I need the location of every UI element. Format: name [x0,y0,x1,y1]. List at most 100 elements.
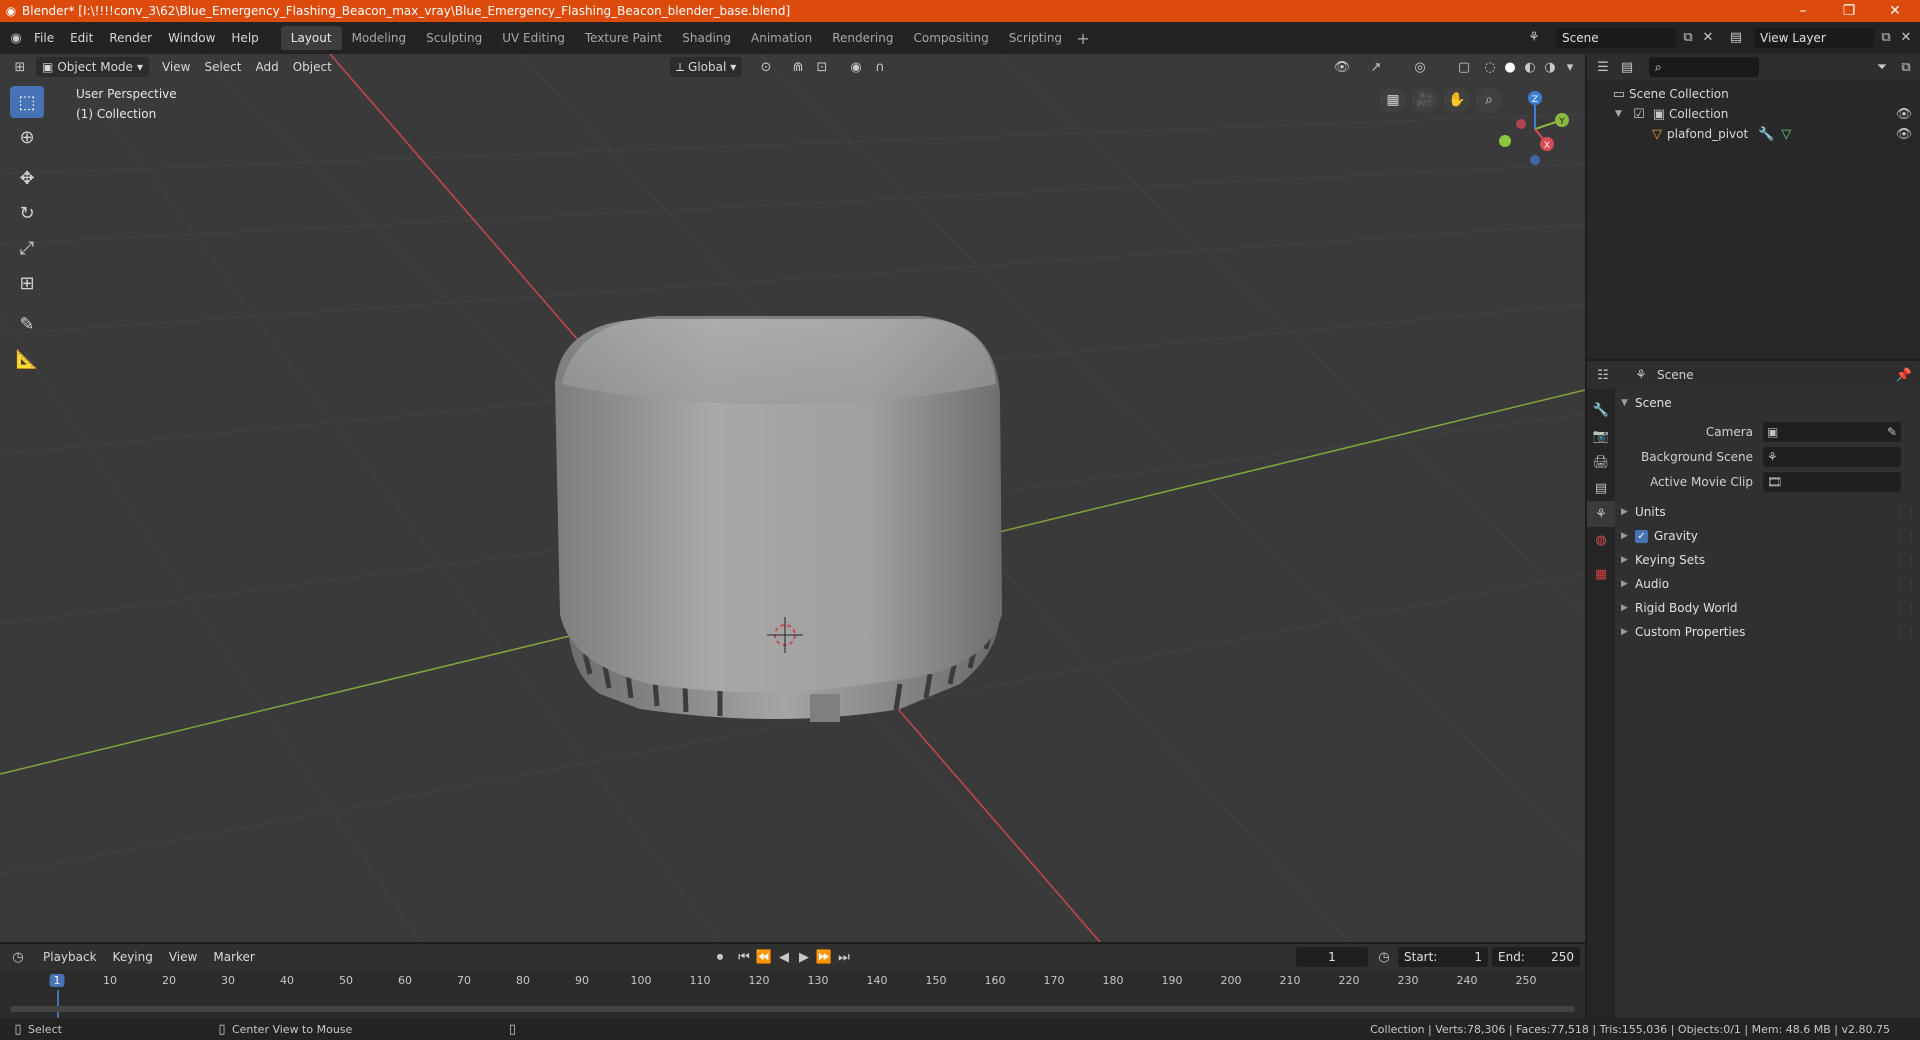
proportional-edit-icon[interactable]: ◉ [846,57,866,77]
scale-tool-icon[interactable]: ⤢ [10,232,44,264]
output-tab-icon[interactable]: 🖨 [1587,449,1615,475]
world-tab-icon[interactable]: ◍ [1587,527,1615,553]
viewport-menu-add[interactable]: Add [248,60,285,74]
next-keyframe-icon[interactable]: ⏩ [814,947,834,967]
view-layer-tab-icon[interactable]: ▤ [1587,475,1615,501]
modifier-wrench-icon[interactable]: 🔧 [1756,124,1776,144]
timeline-menu-view[interactable]: View [162,950,204,964]
move-tool-icon[interactable]: ✥ [10,162,44,194]
timeline-menu-playback[interactable]: Playback [36,950,104,964]
shading-wireframe-icon[interactable]: ◌ [1480,57,1500,77]
gizmo-toggle-icon[interactable]: ↗ [1366,57,1386,77]
tab-shading[interactable]: Shading [672,26,741,50]
gravity-subpanel[interactable]: ▶ ✓ Gravity ⋮⋮ [1615,524,1920,548]
render-tab-icon[interactable]: 📷 [1587,423,1615,449]
pivot-point-icon[interactable]: ⊙ [756,57,776,77]
timeline-menu-keying[interactable]: Keying [106,950,160,964]
annotate-tool-icon[interactable]: ✎ [10,308,44,340]
measure-tool-icon[interactable]: 📐 [10,343,44,375]
shading-material-icon[interactable]: ◐ [1520,57,1540,77]
xray-toggle-icon[interactable]: ▢ [1454,57,1474,77]
current-frame-field[interactable]: 1 [1296,947,1368,967]
mode-selector[interactable]: ▣ Object Mode ▾ [36,57,149,77]
snap-target-icon[interactable]: ⊡ [812,57,832,77]
properties-editor-type-icon[interactable]: ☷ [1593,365,1613,385]
visibility-eye-icon[interactable]: 👁 [1894,124,1914,144]
drag-handle-icon[interactable]: ⋮⋮ [1896,531,1916,542]
shading-rendered-icon[interactable]: ◑ [1540,57,1560,77]
audio-subpanel[interactable]: ▶ Audio ⋮⋮ [1615,572,1920,596]
delete-scene-icon[interactable]: ✕ [1698,27,1718,47]
transform-tool-icon[interactable]: ⊞ [10,267,44,299]
visibility-filter-icon[interactable]: 👁 [1332,57,1352,77]
drag-handle-icon[interactable]: ⋮⋮ [1896,507,1916,518]
close-button[interactable]: ✕ [1872,0,1918,22]
camera-field[interactable]: ▣ ✎ [1763,421,1901,442]
tool-tab-icon[interactable]: 🔧 [1587,397,1615,423]
menu-render[interactable]: Render [101,27,160,49]
pin-icon[interactable]: 📌 [1894,365,1914,385]
tab-compositing[interactable]: Compositing [903,26,998,50]
neg-x-axis-handle[interactable] [1516,119,1526,129]
scene-tab-icon[interactable]: ⚘ [1587,501,1615,527]
shading-options-icon[interactable]: ▾ [1560,57,1580,77]
tree-row-scene-collection[interactable]: ▭ Scene Collection [1587,84,1920,104]
units-subpanel[interactable]: ▶ Units ⋮⋮ [1615,500,1920,524]
viewport-menu-view[interactable]: View [155,60,197,74]
timeline-ruler[interactable]: 1 10 20 30 40 50 60 70 80 90 100 110 120… [0,970,1585,1020]
play-icon[interactable]: ▶ [794,947,814,967]
new-collection-icon[interactable]: ⧉ [1896,57,1916,77]
drag-handle-icon[interactable]: ⋮⋮ [1896,627,1916,638]
drag-handle-icon[interactable]: ⋮⋮ [1896,579,1916,590]
scene-browse-icon[interactable]: ⚘ [1524,27,1544,47]
tab-uv-editing[interactable]: UV Editing [492,26,575,50]
drag-handle-icon[interactable]: ⋮⋮ [1896,555,1916,566]
jump-start-icon[interactable]: ⏮ [734,947,754,967]
neg-z-axis-handle[interactable] [1530,155,1540,165]
drag-handle-icon[interactable]: ⋮⋮ [1896,603,1916,614]
filter-icon[interactable]: ⏷ [1872,57,1892,77]
viewlayer-browse-icon[interactable]: ▤ [1726,27,1746,47]
tab-texture-paint[interactable]: Texture Paint [575,26,672,50]
neg-y-axis-handle[interactable] [1499,135,1511,147]
tab-rendering[interactable]: Rendering [822,26,903,50]
menu-help[interactable]: Help [223,27,266,49]
eyedropper-icon[interactable]: ✎ [1887,425,1897,439]
movie-clip-field[interactable]: 🎞 [1763,471,1901,492]
tab-modeling[interactable]: Modeling [342,26,417,50]
visibility-eye-icon[interactable]: 👁 [1894,104,1914,124]
select-box-tool-icon[interactable]: ⬚ [10,86,44,118]
add-workspace-button[interactable]: + [1072,29,1094,48]
cursor-tool-icon[interactable]: ⊕ [10,121,44,153]
3d-viewport[interactable]: ⊞ ▣ Object Mode ▾ View Select Add Object… [0,54,1585,942]
menu-file[interactable]: File [26,27,62,49]
transform-orientation-selector[interactable]: ⟂ Global ▾ [670,57,743,77]
tree-row-object[interactable]: ▽ plafond_pivot 🔧 ▽ 👁 [1587,124,1920,144]
prev-keyframe-icon[interactable]: ⏪ [754,947,774,967]
editor-type-icon[interactable]: ⊞ [10,57,30,77]
tab-sculpting[interactable]: Sculpting [416,26,492,50]
minimize-button[interactable]: – [1780,0,1826,22]
maximize-button[interactable]: ❐ [1826,0,1872,22]
outliner-editor-type-icon[interactable]: ☰ [1593,57,1613,77]
scene-selector[interactable]: Scene [1556,28,1676,48]
falloff-icon[interactable]: ∩ [870,57,890,77]
overlay-toggle-icon[interactable]: ◎ [1410,57,1430,77]
record-keyframe-icon[interactable]: ⏺ [710,947,730,967]
outliner-search-input[interactable]: ⌕ [1649,57,1759,77]
menu-window[interactable]: Window [160,27,223,49]
custom-properties-subpanel[interactable]: ▶ Custom Properties ⋮⋮ [1615,620,1920,644]
tab-animation[interactable]: Animation [741,26,822,50]
beacon-mesh[interactable] [555,316,1002,722]
new-scene-icon[interactable]: ⧉ [1678,27,1698,47]
timeline-menu-marker[interactable]: Marker [206,950,261,964]
timeline-scrollbar[interactable] [10,1006,1575,1012]
pan-hand-icon[interactable]: ✋ [1444,87,1470,113]
blender-menu-icon[interactable]: ◉ [6,28,26,48]
include-checkbox-icon[interactable]: ☑ [1629,104,1649,124]
viewport-menu-select[interactable]: Select [197,60,248,74]
display-mode-icon[interactable]: ▤ [1617,57,1637,77]
rotate-tool-icon[interactable]: ↻ [10,197,44,229]
snap-icon[interactable]: ⋒ [788,57,808,77]
tab-layout[interactable]: Layout [280,26,342,50]
